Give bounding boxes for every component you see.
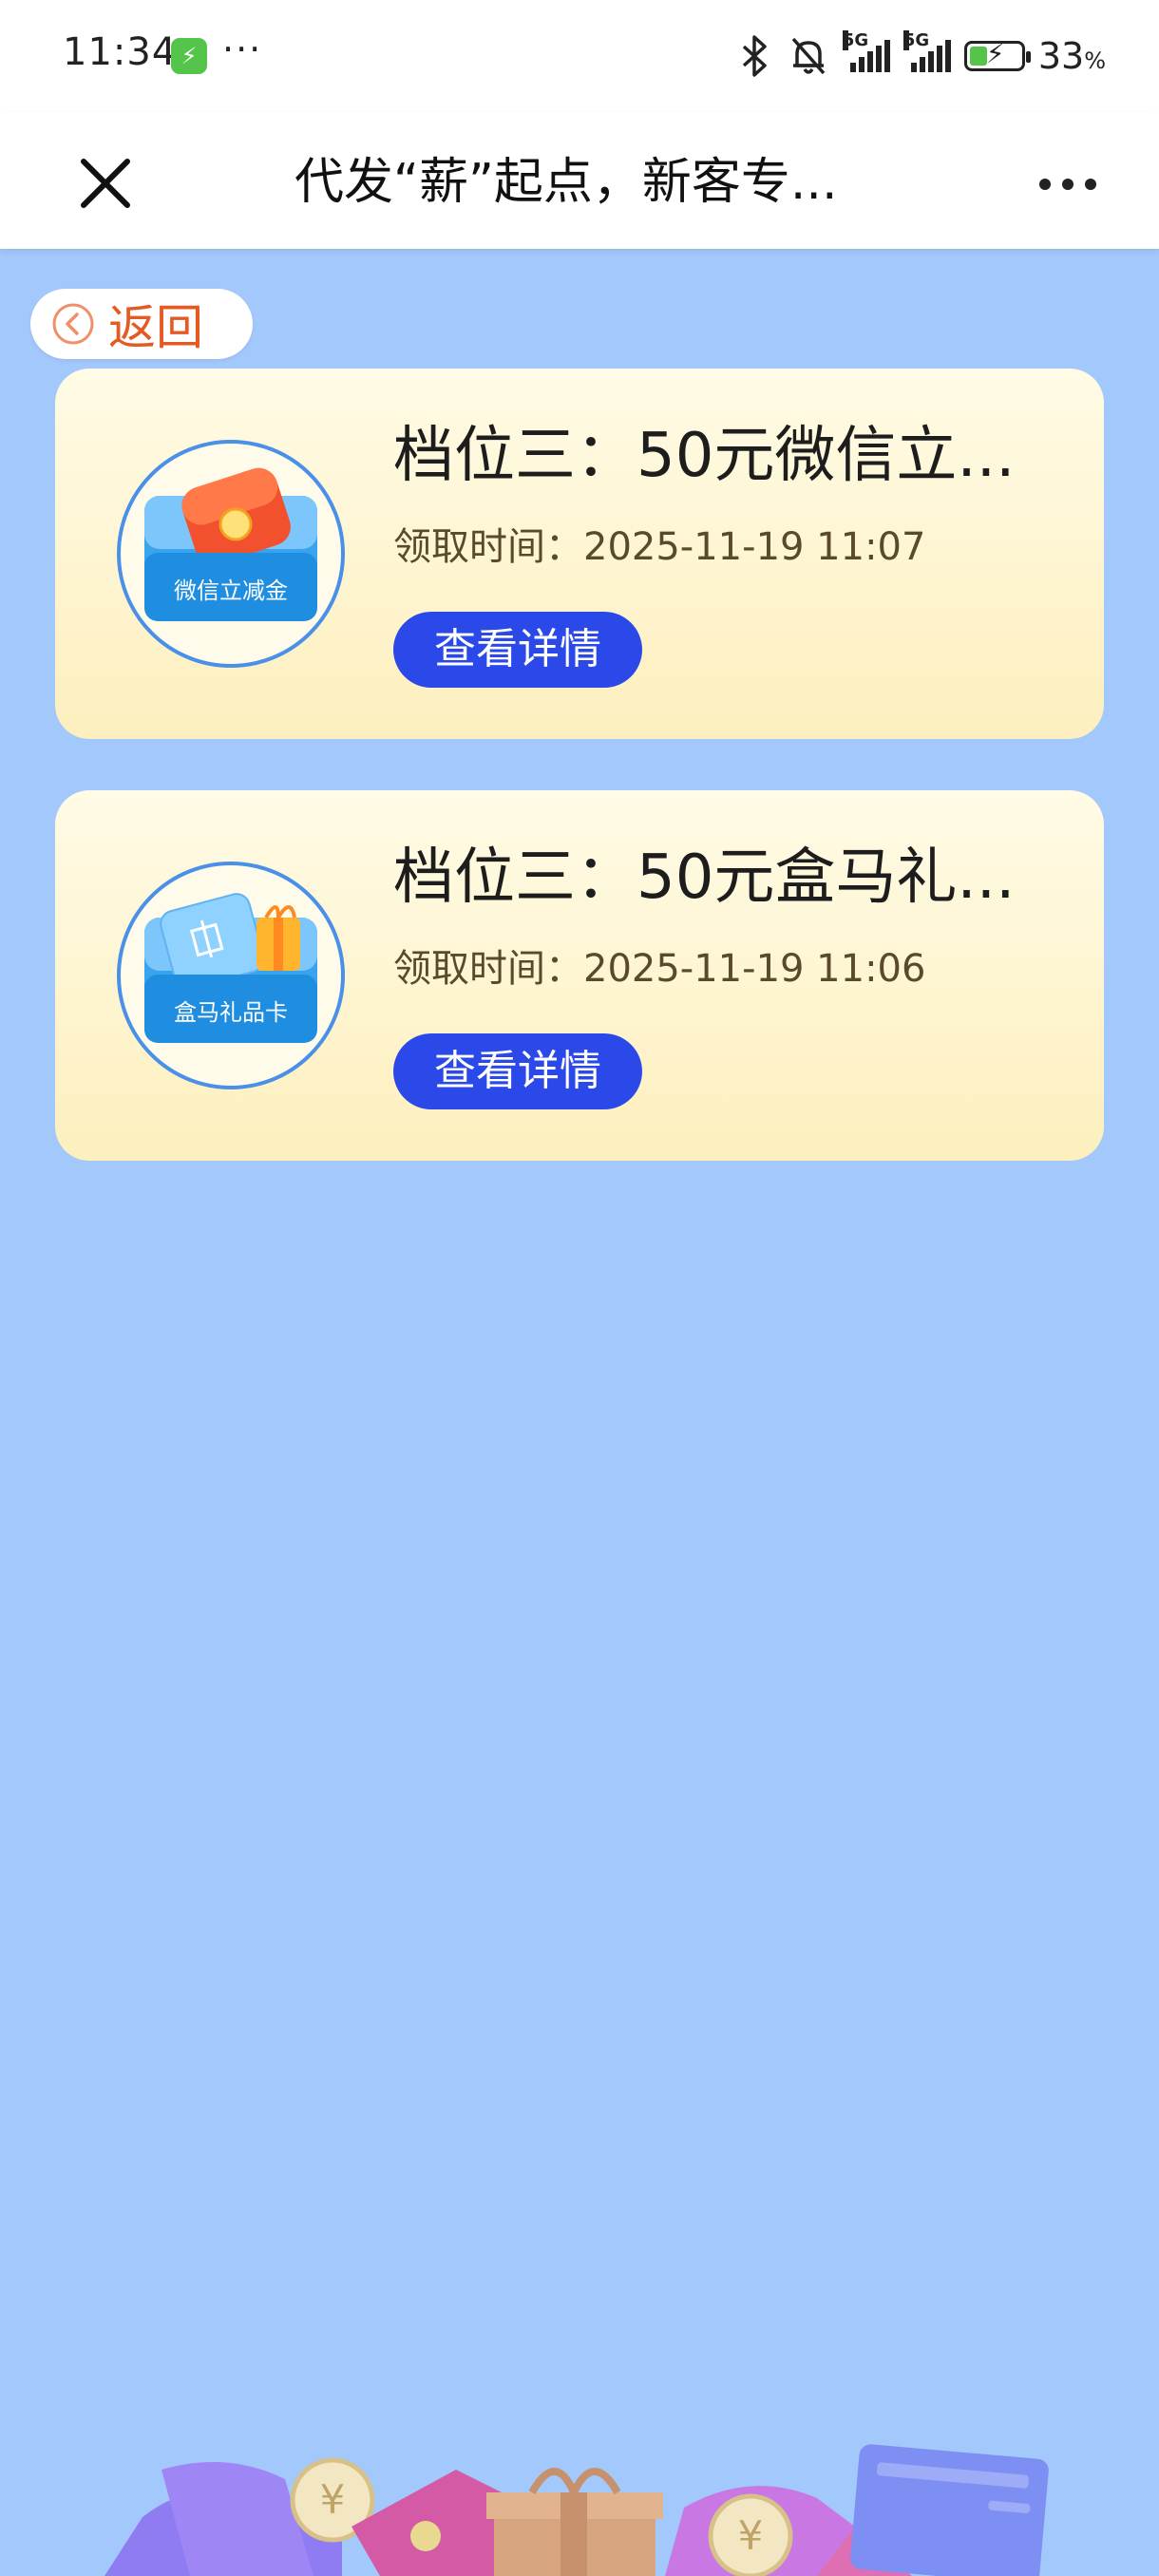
battery-icon: ⚡ [963,38,1031,71]
battery-percent: 33% [1037,35,1106,77]
claim-time: 领取时间：2025-11-19 11:06 [393,942,925,995]
svg-text:¥: ¥ [320,2476,346,2523]
app-notification-icon: ⚡ [171,38,207,74]
view-details-button[interactable]: 查看详情 [393,612,642,688]
claim-time-value: 2025-11-19 11:07 [583,525,926,569]
claim-time-value: 2025-11-19 11:06 [583,947,926,991]
voucher-icon-label: 微信立减金 [174,578,288,604]
signal-strength-1-icon: 5G [842,30,890,72]
mute-bell-icon [791,37,826,75]
claim-time-label: 领取时间： [393,947,583,991]
reward-card: 微信立减金 档位三：50元微信立... 领取时间：2025-11-19 11:0… [55,369,1104,739]
svg-text:¥: ¥ [738,2512,764,2559]
back-circle-icon [52,303,94,345]
nav-bar: 代发“薪”起点，新客专... [0,112,1159,249]
more-notifications-icon: ··· [222,28,263,70]
signal-strength-2-icon: 5G [902,30,951,72]
wechat-voucher-icon: 微信立减金 [117,440,345,668]
claim-time: 领取时间：2025-11-19 11:07 [393,521,925,574]
network-type-label-2: 5G [902,30,930,50]
hema-gift-card-icon: 盒马礼品卡 [117,862,345,1089]
back-label: 返回 [108,300,203,355]
card-title: 档位三：50元微信立... [393,421,1016,491]
bluetooth-icon [742,35,767,77]
network-type-label-1: 5G [842,30,869,50]
claim-time-label: 领取时间： [393,525,583,569]
reward-card: 盒马礼品卡 档位三：50元盒马礼... 领取时间：2025-11-19 11:0… [55,790,1104,1161]
status-time: 11:34 [63,30,178,74]
status-indicators: 5G 5G ⚡ 33% [736,28,1106,84]
gift-decoration-illustration: ¥ ¥ [104,2444,1049,2576]
back-button[interactable]: 返回 [30,289,253,359]
status-bar: 11:34 ⚡ ··· 5G 5G ⚡ 33% [0,0,1159,112]
gift-card-icon-label: 盒马礼品卡 [174,999,288,1026]
view-details-button[interactable]: 查看详情 [393,1033,642,1109]
close-icon[interactable] [65,142,146,224]
card-title: 档位三：50元盒马礼... [393,843,1016,913]
page-title: 代发“薪”起点，新客专... [294,154,838,211]
more-options-icon[interactable] [1030,161,1106,207]
